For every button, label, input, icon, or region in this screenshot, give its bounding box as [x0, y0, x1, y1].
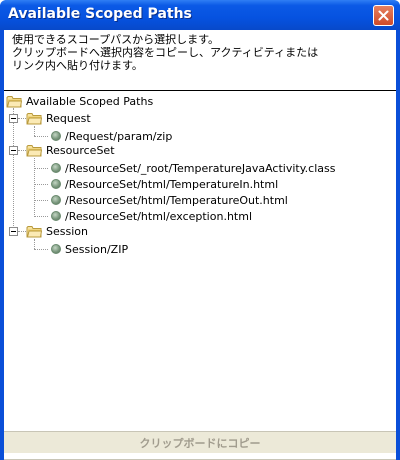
tree-line-session: [34, 239, 35, 249]
tree-leaf-label: Session/ZIP: [65, 242, 129, 256]
open-folder-icon: [6, 95, 22, 108]
open-folder-icon: [26, 144, 42, 157]
leaf-node-icon: [51, 131, 61, 141]
tree-line-session-leaf: [34, 249, 48, 250]
tree-line-session-branch: [18, 231, 26, 232]
collapse-toggle-resourceset[interactable]: [9, 146, 18, 155]
tree-line-rs-leaf-3: [34, 200, 48, 201]
instruction-line-3: リンク内へ貼り付けます。: [12, 59, 143, 72]
leaf-node-icon: [51, 179, 61, 189]
tree-leaf-temperatureout[interactable]: /ResourceSet/html/TemperatureOut.html: [48, 192, 288, 208]
tree-leaf-label: /ResourceSet/html/exception.html: [65, 209, 252, 223]
instructions-panel: 使用できるスコープパスから選択します。 クリップボードへ選択内容をコピーし、アク…: [4, 30, 396, 90]
instruction-line-2: クリップボードへ選択内容をコピーし、アクティビティまたは: [12, 46, 319, 59]
tree-leaf-session-zip[interactable]: Session/ZIP: [48, 241, 128, 257]
tree-leaf-exception[interactable]: /ResourceSet/html/exception.html: [48, 208, 252, 224]
leaf-node-icon: [51, 244, 61, 254]
tree-leaf-label: /ResourceSet/_root/TemperatureJavaActivi…: [65, 161, 336, 175]
tree-leaf-temperaturein[interactable]: /ResourceSet/html/TemperatureIn.html: [48, 176, 278, 192]
tree-line-rs-leaf-4: [34, 216, 48, 217]
tree-node-label: ResourceSet: [46, 143, 115, 157]
tree-line-request: [34, 126, 35, 136]
tree-leaf-label: /Request/param/zip: [65, 129, 173, 143]
tree-node-label: Session: [46, 224, 88, 238]
open-folder-icon: [26, 225, 42, 238]
tree-line-resourceset-branch: [18, 150, 26, 151]
tree-node-label: Request: [46, 111, 91, 125]
tree-line-rs-leaf-1: [34, 168, 48, 169]
close-icon: [378, 10, 389, 21]
tree-node-request[interactable]: Request: [26, 110, 91, 126]
tree-line-request-leaf: [34, 136, 48, 137]
tree-leaf-label: /ResourceSet/html/TemperatureOut.html: [65, 193, 288, 207]
tree-node-session[interactable]: Session: [26, 223, 88, 239]
tree-node-resourceset[interactable]: ResourceSet: [26, 142, 115, 158]
tree-line-rs-leaf-2: [34, 184, 48, 185]
tree-line-root: [13, 108, 14, 230]
tree-leaf-temperaturejavaactivity[interactable]: /ResourceSet/_root/TemperatureJavaActivi…: [48, 160, 335, 176]
leaf-node-icon: [51, 163, 61, 173]
tree-line-resourceset: [34, 158, 35, 217]
title-bar[interactable]: Available Scoped Paths: [0, 0, 400, 30]
instruction-line-1: 使用できるスコープパスから選択します。: [12, 33, 220, 46]
dialog-window: Available Scoped Paths 使用できるスコープパスから選択しま…: [0, 0, 400, 460]
collapse-toggle-request[interactable]: [9, 114, 18, 123]
collapse-toggle-session[interactable]: [9, 227, 18, 236]
tree-node-root[interactable]: Available Scoped Paths: [6, 93, 153, 109]
tree-node-label: Available Scoped Paths: [26, 94, 154, 108]
window-title: Available Scoped Paths: [8, 6, 192, 22]
scoped-path-tree[interactable]: Available Scoped Paths Request /Request/…: [4, 91, 396, 460]
open-folder-icon: [26, 112, 42, 125]
leaf-node-icon: [51, 195, 61, 205]
leaf-node-icon: [51, 211, 61, 221]
close-button[interactable]: [373, 5, 394, 26]
dialog-client-area: 使用できるスコープパスから選択します。 クリップボードへ選択内容をコピーし、アク…: [4, 30, 396, 460]
tree-line-request-branch: [18, 118, 26, 119]
copy-to-clipboard-button[interactable]: クリップボードにコピー: [4, 431, 396, 453]
tree-leaf-label: /ResourceSet/html/TemperatureIn.html: [65, 177, 279, 191]
